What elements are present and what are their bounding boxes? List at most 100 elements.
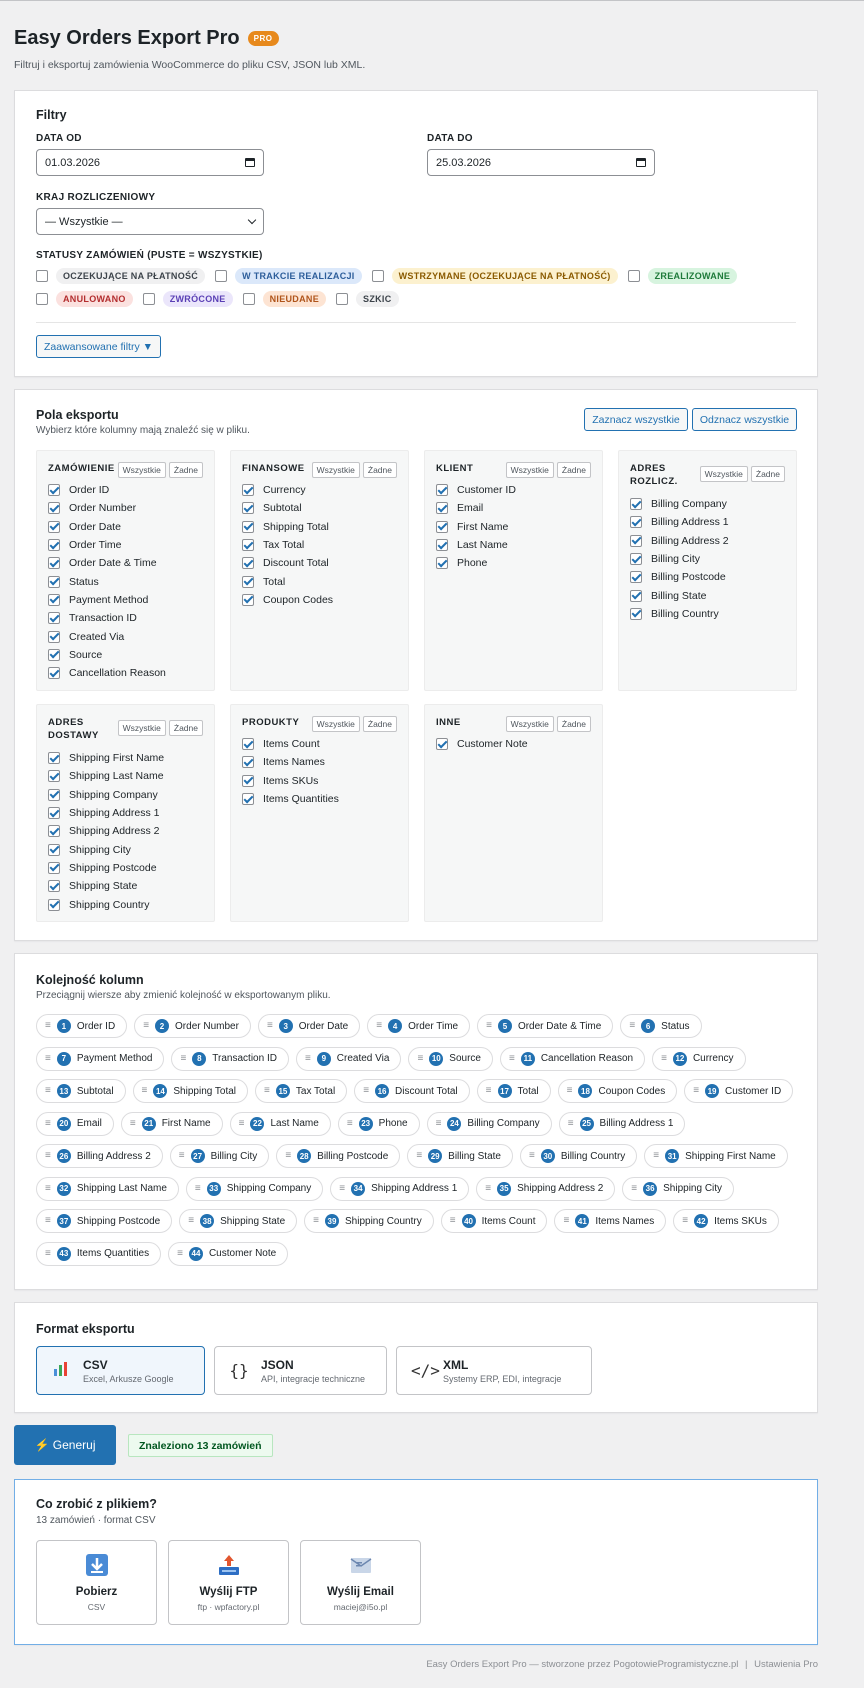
drag-handle-icon[interactable]: ≡ — [416, 1151, 422, 1161]
drag-handle-icon[interactable]: ≡ — [629, 1021, 635, 1031]
field-option[interactable]: Order Date — [48, 518, 206, 536]
field-option[interactable]: Order Number — [48, 499, 206, 517]
column-order-item[interactable]: ≡ 31 Shipping First Name — [644, 1144, 788, 1168]
field-checkbox[interactable] — [630, 607, 642, 620]
field-option[interactable]: Shipping Country — [48, 895, 206, 913]
field-checkbox[interactable] — [48, 648, 60, 661]
drag-handle-icon[interactable]: ≡ — [653, 1151, 659, 1161]
field-checkbox[interactable] — [630, 589, 642, 602]
drag-handle-icon[interactable]: ≡ — [45, 1053, 51, 1064]
field-checkbox[interactable] — [48, 539, 60, 552]
field-checkbox[interactable] — [48, 667, 60, 680]
field-checkbox[interactable] — [242, 557, 254, 570]
group-select-none-button[interactable]: Żadne — [168, 462, 203, 478]
field-option[interactable]: Tax Total — [242, 536, 400, 554]
drag-handle-icon[interactable]: ≡ — [177, 1248, 183, 1259]
generate-button[interactable]: ⚡ Generuj — [14, 1425, 116, 1465]
column-order-item[interactable]: ≡ 34 Shipping Address 1 — [330, 1176, 470, 1201]
field-checkbox[interactable] — [436, 557, 448, 570]
field-option[interactable]: Billing Postcode — [630, 568, 788, 586]
field-option[interactable]: Shipping Company — [48, 786, 206, 804]
field-checkbox[interactable] — [48, 593, 60, 606]
status-option[interactable]: ZWRÓCONE — [142, 291, 233, 307]
footer-settings-link[interactable]: Ustawienia Pro — [754, 1659, 818, 1670]
field-option[interactable]: Shipping Total — [242, 518, 400, 536]
drag-handle-icon[interactable]: ≡ — [529, 1151, 535, 1161]
column-order-item[interactable]: ≡ 17 Total — [476, 1079, 551, 1103]
field-option[interactable]: Cancellation Reason — [48, 664, 206, 682]
email-button[interactable]: Wyślij Email maciej@i5o.pl — [300, 1540, 421, 1625]
field-checkbox[interactable] — [630, 571, 642, 584]
status-option[interactable]: SZKIC — [336, 291, 399, 307]
drag-handle-icon[interactable]: ≡ — [486, 1086, 492, 1096]
drag-handle-icon[interactable]: ≡ — [682, 1216, 688, 1226]
group-select-none-button[interactable]: Żadne — [750, 466, 785, 482]
field-checkbox[interactable] — [436, 738, 448, 751]
field-option[interactable]: Shipping Postcode — [48, 859, 206, 877]
field-option[interactable]: Shipping Address 1 — [48, 804, 206, 822]
field-option[interactable]: First Name — [436, 518, 594, 536]
drag-handle-icon[interactable]: ≡ — [485, 1183, 491, 1194]
field-option[interactable]: Transaction ID — [48, 609, 206, 627]
field-option[interactable]: Status — [48, 572, 206, 590]
drag-handle-icon[interactable]: ≡ — [313, 1216, 319, 1226]
status-checkbox[interactable] — [215, 270, 228, 282]
select-all-button[interactable]: Zaznacz wszystkie — [584, 408, 688, 431]
field-checkbox[interactable] — [242, 575, 254, 588]
drag-handle-icon[interactable]: ≡ — [143, 1021, 149, 1031]
drag-handle-icon[interactable]: ≡ — [661, 1053, 667, 1064]
drag-handle-icon[interactable]: ≡ — [509, 1053, 515, 1064]
group-select-all-button[interactable]: Wszystkie — [117, 720, 166, 736]
column-order-item[interactable]: ≡ 23 Phone — [337, 1111, 420, 1136]
format-option-json[interactable]: {} JSON API, integracje techniczne — [214, 1346, 387, 1395]
column-order-item[interactable]: ≡ 41 Items Names — [554, 1209, 667, 1233]
status-checkbox[interactable] — [36, 270, 48, 282]
column-order-item[interactable]: ≡ 13 Subtotal — [36, 1079, 126, 1103]
column-order-item[interactable]: ≡ 43 Items Quantities — [36, 1241, 162, 1266]
field-option[interactable]: Items SKUs — [242, 772, 400, 790]
field-option[interactable]: Order ID — [48, 481, 206, 499]
column-order-item[interactable]: ≡ 10 Source — [408, 1046, 493, 1071]
drag-handle-icon[interactable]: ≡ — [305, 1053, 311, 1064]
field-checkbox[interactable] — [48, 788, 60, 801]
field-option[interactable]: Coupon Codes — [242, 591, 400, 609]
field-checkbox[interactable] — [436, 484, 448, 497]
field-checkbox[interactable] — [630, 498, 642, 511]
field-option[interactable]: Billing Address 2 — [630, 532, 788, 550]
group-select-none-button[interactable]: Żadne — [556, 716, 591, 732]
field-checkbox[interactable] — [436, 502, 448, 515]
field-option[interactable]: Items Count — [242, 735, 400, 753]
drag-handle-icon[interactable]: ≡ — [339, 1183, 345, 1194]
drag-handle-icon[interactable]: ≡ — [130, 1118, 136, 1129]
column-order-item[interactable]: ≡ 39 Shipping Country — [304, 1209, 434, 1233]
status-checkbox[interactable] — [242, 293, 255, 305]
drag-handle-icon[interactable]: ≡ — [436, 1118, 442, 1129]
drag-handle-icon[interactable]: ≡ — [347, 1118, 353, 1129]
column-order-item[interactable]: ≡ 14 Shipping Total — [132, 1079, 249, 1103]
status-checkbox[interactable] — [36, 293, 48, 305]
group-select-all-button[interactable]: Wszystkie — [505, 462, 554, 478]
deselect-all-button[interactable]: Odznacz wszystkie — [692, 408, 797, 431]
ftp-button[interactable]: Wyślij FTP ftp · wpfactory.pl — [168, 1540, 289, 1625]
format-option-xml[interactable]: </> XML Systemy ERP, EDI, integracje — [396, 1346, 592, 1395]
calendar-icon[interactable] — [245, 158, 255, 167]
column-order-item[interactable]: ≡ 25 Billing Address 1 — [558, 1111, 686, 1136]
field-option[interactable]: Shipping Last Name — [48, 767, 206, 785]
column-order-item[interactable]: ≡ 32 Shipping Last Name — [36, 1176, 179, 1201]
field-option[interactable]: Created Via — [48, 627, 206, 645]
column-order-item[interactable]: ≡ 21 First Name — [120, 1111, 223, 1136]
column-order-item[interactable]: ≡ 4 Order Time — [367, 1014, 471, 1038]
column-order-item[interactable]: ≡ 9 Created Via — [295, 1046, 402, 1071]
status-option[interactable]: ANULOWANO — [36, 291, 133, 307]
field-checkbox[interactable] — [48, 898, 60, 911]
column-order-item[interactable]: ≡ 36 Shipping City — [622, 1176, 735, 1201]
field-option[interactable]: Order Time — [48, 536, 206, 554]
drag-handle-icon[interactable]: ≡ — [267, 1021, 273, 1031]
field-checkbox[interactable] — [48, 502, 60, 515]
drag-handle-icon[interactable]: ≡ — [195, 1183, 201, 1194]
column-order-item[interactable]: ≡ 38 Shipping State — [179, 1209, 298, 1233]
field-checkbox[interactable] — [242, 756, 254, 769]
field-checkbox[interactable] — [242, 793, 254, 806]
group-select-all-button[interactable]: Wszystkie — [699, 466, 748, 482]
group-select-none-button[interactable]: Żadne — [362, 462, 397, 478]
